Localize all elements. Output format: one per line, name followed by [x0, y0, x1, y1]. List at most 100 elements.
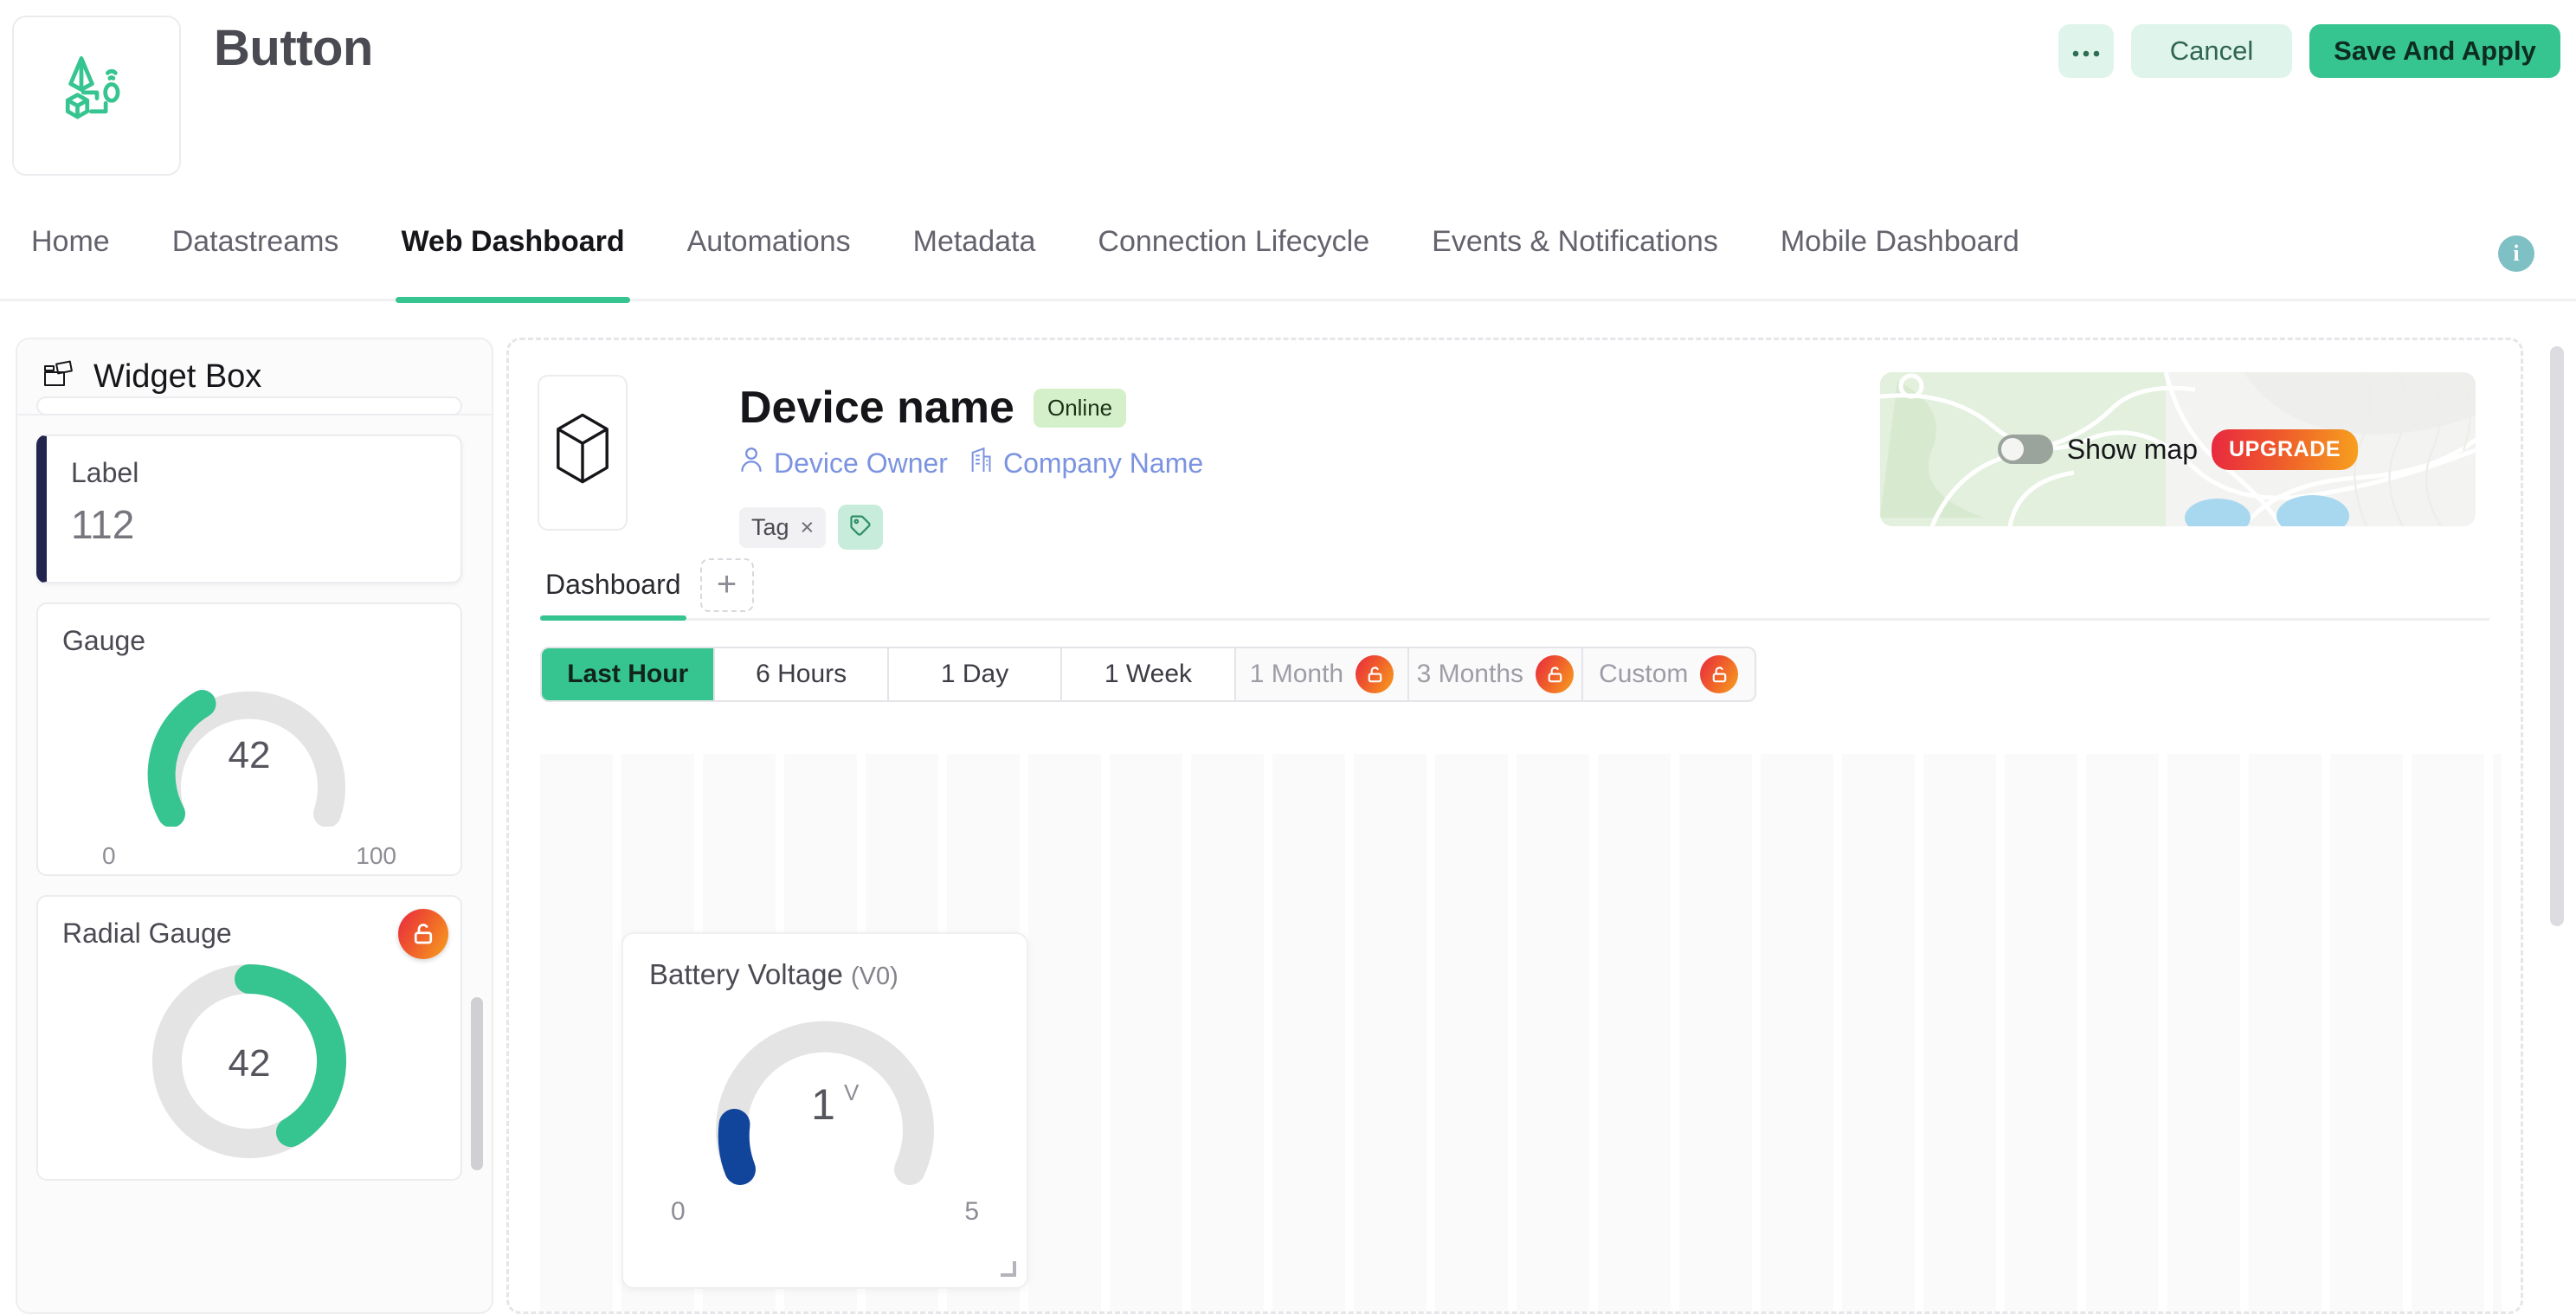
- nav-tab-label: Home: [31, 225, 110, 258]
- time-range-1-day[interactable]: 1 Day: [888, 648, 1063, 700]
- nav-tabs: Home Datastreams Web Dashboard Automatio…: [0, 208, 2051, 303]
- page-title: Button: [214, 20, 373, 76]
- arc-gauge-svg: 1 V: [716, 1021, 934, 1185]
- time-range-3-months[interactable]: 3 Months: [1409, 648, 1583, 700]
- widget-title-row: Battery Voltage (V0): [623, 934, 1027, 991]
- device-owner-link[interactable]: Device Owner: [739, 446, 948, 480]
- widget-radial-gauge-title: Radial Gauge: [62, 918, 232, 949]
- dashboard-widget-battery-voltage[interactable]: Battery Voltage (V0) 1 V 0 5: [621, 932, 1028, 1289]
- map-overlay: Show map UPGRADE: [1880, 372, 2476, 526]
- company-label: Company Name: [1002, 447, 1204, 479]
- widget-min-label: 0: [671, 1197, 686, 1226]
- add-tag-button[interactable]: [838, 505, 884, 550]
- user-icon: [739, 446, 763, 480]
- nav-tab-label: Metadata: [912, 225, 1036, 258]
- nav-tab-label: Mobile Dashboard: [1780, 225, 2019, 258]
- widget-box-panel: Widget Box Label 112 Gauge 42 0 100 Radi…: [16, 338, 493, 1314]
- widget-box-title: Widget Box: [93, 357, 262, 395]
- gauge-min-label: 0: [102, 842, 116, 869]
- sidebar-scrollbar-thumb[interactable]: [471, 997, 483, 1170]
- time-range-label: 3 Months: [1416, 660, 1524, 688]
- widget-gauge-ticks: 0 5: [623, 1195, 1027, 1227]
- widget-gauge-title: Gauge: [62, 625, 146, 656]
- building-icon: [969, 446, 993, 480]
- cube-icon: [551, 411, 614, 495]
- widget-list-item-label[interactable]: Label 112: [36, 435, 462, 583]
- more-options-button[interactable]: [2058, 24, 2114, 78]
- tag-icon: [848, 513, 873, 542]
- nav-tab-home[interactable]: Home: [0, 208, 141, 301]
- widget-list-item-partial[interactable]: [36, 396, 462, 415]
- device-tags: Tag ×: [739, 505, 884, 550]
- gauge-max-label: 100: [356, 842, 396, 869]
- upgrade-button[interactable]: UPGRADE: [2211, 428, 2359, 470]
- lock-icon: [1700, 655, 1739, 693]
- add-dashboard-tab-button[interactable]: +: [699, 557, 754, 612]
- lock-icon: [1536, 655, 1575, 693]
- nav-tab-metadata[interactable]: Metadata: [882, 208, 1067, 301]
- cancel-button[interactable]: Cancel: [2131, 24, 2292, 78]
- nav-tab-web-dashboard[interactable]: Web Dashboard: [370, 208, 655, 303]
- top-actions: Cancel Save And Apply: [2058, 24, 2560, 78]
- widget-radial-gauge-chart: 42: [38, 950, 460, 1179]
- time-range-label: 1 Month: [1249, 660, 1344, 688]
- device-owner-label: Device Owner: [774, 447, 948, 479]
- save-and-apply-button[interactable]: Save And Apply: [2309, 24, 2560, 78]
- map-preview[interactable]: Show map UPGRADE: [1880, 372, 2476, 526]
- time-range-label: Custom: [1599, 660, 1689, 688]
- lock-icon: [1356, 655, 1394, 693]
- widget-label-title: Label: [71, 457, 139, 488]
- ellipsis-icon: [2071, 38, 2101, 65]
- show-map-toggle[interactable]: [1997, 435, 2053, 464]
- main-scrollbar-thumb[interactable]: [2550, 346, 2564, 926]
- widget-list-item-gauge[interactable]: Gauge 42 0 100: [36, 602, 462, 876]
- nav-tab-mobile-dashboard[interactable]: Mobile Dashboard: [1749, 208, 2051, 301]
- time-range-custom[interactable]: Custom: [1582, 648, 1755, 700]
- widget-gauge-ticks: 0 100: [38, 842, 460, 874]
- dashboard-canvas[interactable]: Battery Voltage (V0) 1 V 0 5: [540, 754, 2502, 1311]
- info-icon[interactable]: i: [2498, 235, 2534, 272]
- arc-gauge-svg: 42: [147, 690, 345, 827]
- nav-tab-label: Web Dashboard: [401, 225, 625, 258]
- time-range-1-week[interactable]: 1 Week: [1062, 648, 1236, 700]
- resize-handle[interactable]: [1001, 1261, 1016, 1277]
- tag-chip[interactable]: Tag ×: [739, 506, 827, 548]
- widget-list: Label 112 Gauge 42 0 100 Radial Gauge 42: [17, 396, 492, 1312]
- gauge-value-text: 42: [229, 734, 271, 776]
- nav-tab-datastreams[interactable]: Datastreams: [141, 208, 370, 301]
- device-thumbnail[interactable]: [538, 375, 628, 531]
- brand-logo: [12, 16, 181, 176]
- nav-tab-events-notifications[interactable]: Events & Notifications: [1401, 208, 1749, 301]
- time-range-1-month[interactable]: 1 Month: [1235, 648, 1410, 700]
- time-range-last-hour[interactable]: Last Hour: [542, 648, 716, 700]
- time-range-label: 1 Week: [1104, 660, 1193, 688]
- tag-label: Tag: [751, 513, 789, 540]
- nav-tab-label: Events & Notifications: [1432, 225, 1718, 258]
- device-meta: Device Owner Company Name: [739, 446, 1203, 480]
- battery-voltage-gauge: 1 V: [623, 991, 1027, 1195]
- dashboard-tab[interactable]: Dashboard: [540, 569, 686, 621]
- toggle-knob: [2000, 438, 2024, 461]
- widget-value-text: 1: [811, 1080, 835, 1129]
- nav-tab-label: Automations: [686, 225, 851, 258]
- time-range-6-hours[interactable]: 6 Hours: [715, 648, 889, 700]
- widget-datastream: (V0): [851, 963, 898, 990]
- device-name-row: Device name Online: [739, 382, 1127, 434]
- widget-gauge-chart: 42: [38, 657, 460, 842]
- nav-tab-label: Datastreams: [171, 225, 339, 258]
- radial-gauge-value-text: 42: [229, 1042, 271, 1085]
- time-range-label: 1 Day: [940, 660, 1009, 688]
- device-name: Device name: [739, 383, 1014, 433]
- nav-bar: Home Datastreams Web Dashboard Automatio…: [0, 208, 2576, 303]
- nav-tab-connection-lifecycle[interactable]: Connection Lifecycle: [1066, 208, 1401, 301]
- dashboard-panel: Device name Online Device Owner Company …: [506, 338, 2523, 1314]
- widget-list-item-radial-gauge[interactable]: Radial Gauge 42: [36, 895, 462, 1181]
- widget-label-value: 112: [71, 502, 135, 547]
- lock-icon[interactable]: [398, 909, 448, 959]
- widget-box-icon: [43, 359, 78, 395]
- status-badge: Online: [1033, 388, 1127, 428]
- remove-tag-icon[interactable]: ×: [801, 514, 815, 541]
- company-link[interactable]: Company Name: [969, 446, 1203, 480]
- time-range-label: Last Hour: [567, 660, 689, 688]
- nav-tab-automations[interactable]: Automations: [656, 208, 882, 301]
